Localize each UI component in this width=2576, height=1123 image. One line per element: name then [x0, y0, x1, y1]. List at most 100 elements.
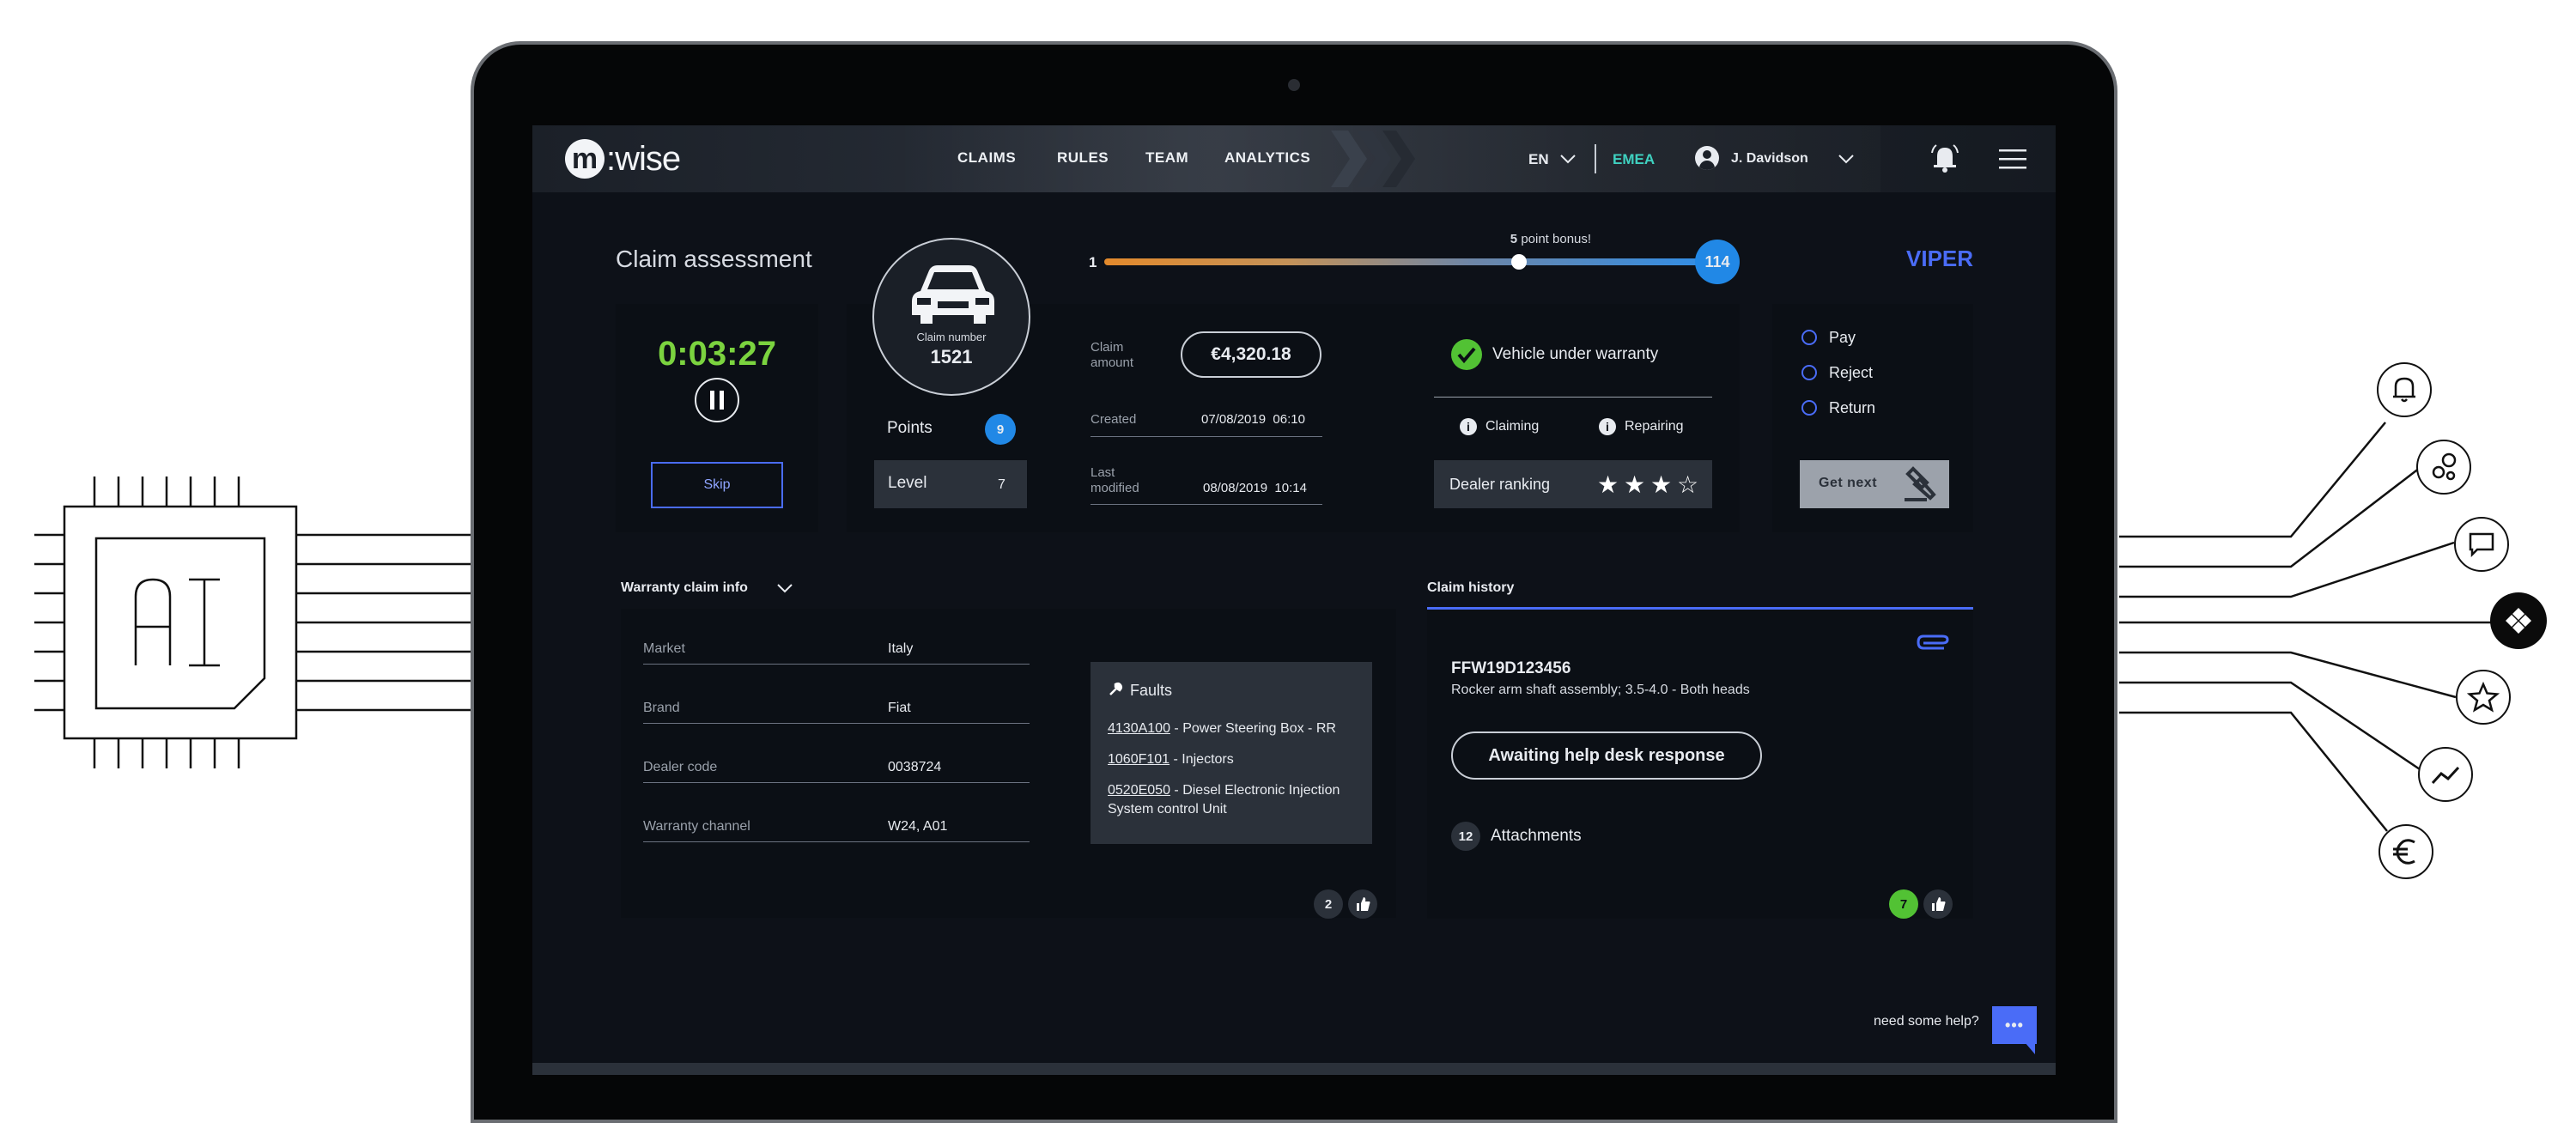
- skip-label: Skip: [703, 477, 731, 492]
- app-screen: m :wise CLAIMS RULES TEAM ANALYTICS EN E…: [532, 125, 2056, 1075]
- progress-end-label: 114: [1704, 252, 1730, 270]
- attachments-label[interactable]: Attachments: [1491, 827, 1582, 846]
- nav-analytics[interactable]: ANALYTICS: [1224, 149, 1310, 167]
- field-value-dealer-code: 0038724: [888, 760, 942, 774]
- chevron-down-icon[interactable]: [776, 582, 793, 594]
- created-label: Created: [1091, 412, 1137, 427]
- fault-code[interactable]: 0520E050: [1108, 783, 1170, 798]
- user-name[interactable]: J. Davidson: [1731, 151, 1808, 167]
- bonus-label: 5 point bonus!: [1510, 232, 1591, 246]
- like-count: 7: [1899, 896, 1908, 912]
- language-value: EN: [1528, 151, 1549, 167]
- level-box: Level 7: [874, 460, 1027, 508]
- fault-desc: - Injectors: [1170, 752, 1234, 767]
- like-count-badge: 7: [1889, 889, 1918, 919]
- user-avatar-icon[interactable]: [1695, 146, 1719, 170]
- pay-label[interactable]: Pay: [1829, 329, 1856, 347]
- share-icon: [2416, 440, 2471, 495]
- field-divider: [643, 841, 1030, 842]
- fault-item[interactable]: 4130A100 - Power Steering Box - RR: [1108, 721, 1336, 737]
- like-count: 2: [1324, 896, 1333, 912]
- fault-item-continued: System control Unit: [1108, 802, 1227, 817]
- help-desk-status-button[interactable]: Awaiting help desk response: [1451, 731, 1762, 780]
- gavel-icon: [1905, 466, 1936, 501]
- skip-button[interactable]: Skip: [651, 462, 783, 508]
- thumbs-up-icon[interactable]: [1923, 889, 1953, 919]
- field-label-brand: Brand: [643, 701, 680, 715]
- logo-badge: m: [565, 139, 605, 179]
- bonus-value: 5: [1510, 232, 1518, 246]
- hamburger-menu-icon[interactable]: [1999, 148, 2026, 170]
- chat-bubble-tail: [2025, 1042, 2035, 1054]
- history-claim-id[interactable]: FFW19D123456: [1451, 659, 1571, 678]
- decision-card: Pay Reject Return Get next: [1772, 304, 1973, 532]
- chevron-down-icon[interactable]: [1559, 153, 1577, 165]
- modified-value: 08/08/2019 10:14: [1203, 481, 1307, 495]
- nav-divider: [1595, 144, 1596, 173]
- help-chat-button[interactable]: •••: [1992, 1006, 2037, 1044]
- nav-chevron-decoration: [1331, 131, 1415, 187]
- notification-bell-icon[interactable]: [1930, 143, 1959, 173]
- paperclip-icon[interactable]: [1917, 634, 1951, 653]
- progress-marker[interactable]: [1510, 254, 1527, 270]
- info-icon[interactable]: i: [1460, 418, 1477, 435]
- return-radio[interactable]: [1801, 400, 1817, 416]
- pay-radio[interactable]: [1801, 330, 1817, 345]
- timer-value: 0:03:27: [658, 335, 776, 373]
- progress-track: [1104, 258, 1714, 265]
- claim-history-title[interactable]: Claim history: [1427, 580, 1514, 596]
- level-label: Level: [888, 474, 927, 492]
- modified-label-line1: Last: [1091, 465, 1115, 480]
- claim-number-circle: Claim number 1521: [872, 238, 1030, 396]
- get-next-button[interactable]: Get next: [1800, 460, 1949, 508]
- field-divider: [643, 723, 1030, 724]
- fault-code[interactable]: 1060F101: [1108, 752, 1170, 767]
- faults-box: Faults 4130A100 - Power Steering Box - R…: [1091, 662, 1372, 844]
- points-badge: 9: [985, 414, 1016, 445]
- field-divider: [643, 664, 1030, 665]
- get-next-label: Get next: [1819, 476, 1878, 490]
- star-empty-icon: ☆: [1677, 471, 1699, 498]
- fault-code[interactable]: 4130A100: [1108, 721, 1170, 736]
- warranty-divider: [1434, 397, 1712, 398]
- nav-claims[interactable]: CLAIMS: [957, 149, 1016, 167]
- pause-button[interactable]: [695, 378, 739, 422]
- region-label[interactable]: EMEA: [1613, 151, 1655, 168]
- info-icon[interactable]: i: [1599, 418, 1616, 435]
- reject-radio[interactable]: [1801, 365, 1817, 380]
- chat-icon: [2454, 517, 2509, 572]
- claim-amount-pill: €4,320.18: [1181, 331, 1321, 378]
- thumbs-up-icon[interactable]: [1348, 889, 1377, 919]
- language-selector[interactable]: EN: [1528, 151, 1549, 168]
- trend-icon: [2418, 747, 2473, 802]
- warranty-status: Vehicle under warranty: [1492, 345, 1659, 363]
- bell-icon: [2377, 362, 2432, 417]
- progress-start-label: 1: [1089, 254, 1097, 270]
- bonus-text: point bonus!: [1521, 232, 1592, 246]
- modified-divider: [1091, 504, 1322, 505]
- nav-team[interactable]: TEAM: [1145, 149, 1188, 167]
- claim-amount-label-line2: amount: [1091, 355, 1134, 370]
- field-divider: [643, 782, 1030, 783]
- modified-label-line2: modified: [1091, 481, 1139, 495]
- ai-chip-illustration: [34, 477, 496, 768]
- user-menu-chevron-icon[interactable]: [1838, 153, 1855, 165]
- field-label-warranty-channel: Warranty channel: [643, 819, 750, 834]
- euro-icon: [2379, 824, 2433, 879]
- dealer-rating: ★ ★ ★ ☆: [1597, 470, 1709, 498]
- fault-item[interactable]: 0520E050 - Diesel Electronic Injection: [1108, 783, 1340, 798]
- laptop-camera: [1288, 79, 1300, 91]
- reject-label[interactable]: Reject: [1829, 364, 1873, 382]
- claim-number-value: 1521: [930, 346, 973, 367]
- claim-info-title[interactable]: Warranty claim info: [621, 580, 748, 596]
- field-label-dealer-code: Dealer code: [643, 760, 718, 774]
- nav-rules[interactable]: RULES: [1057, 149, 1109, 167]
- dealer-ranking-box: Dealer ranking ★ ★ ★ ☆: [1434, 460, 1712, 508]
- return-label[interactable]: Return: [1829, 399, 1875, 417]
- logo[interactable]: m :wise: [565, 136, 681, 182]
- claiming-label: Claiming: [1485, 419, 1540, 434]
- field-value-warranty-channel: W24, A01: [888, 819, 948, 834]
- field-value-brand: Fiat: [888, 701, 911, 715]
- fault-desc: - Diesel Electronic Injection: [1170, 783, 1340, 798]
- fault-item[interactable]: 1060F101 - Injectors: [1108, 752, 1234, 768]
